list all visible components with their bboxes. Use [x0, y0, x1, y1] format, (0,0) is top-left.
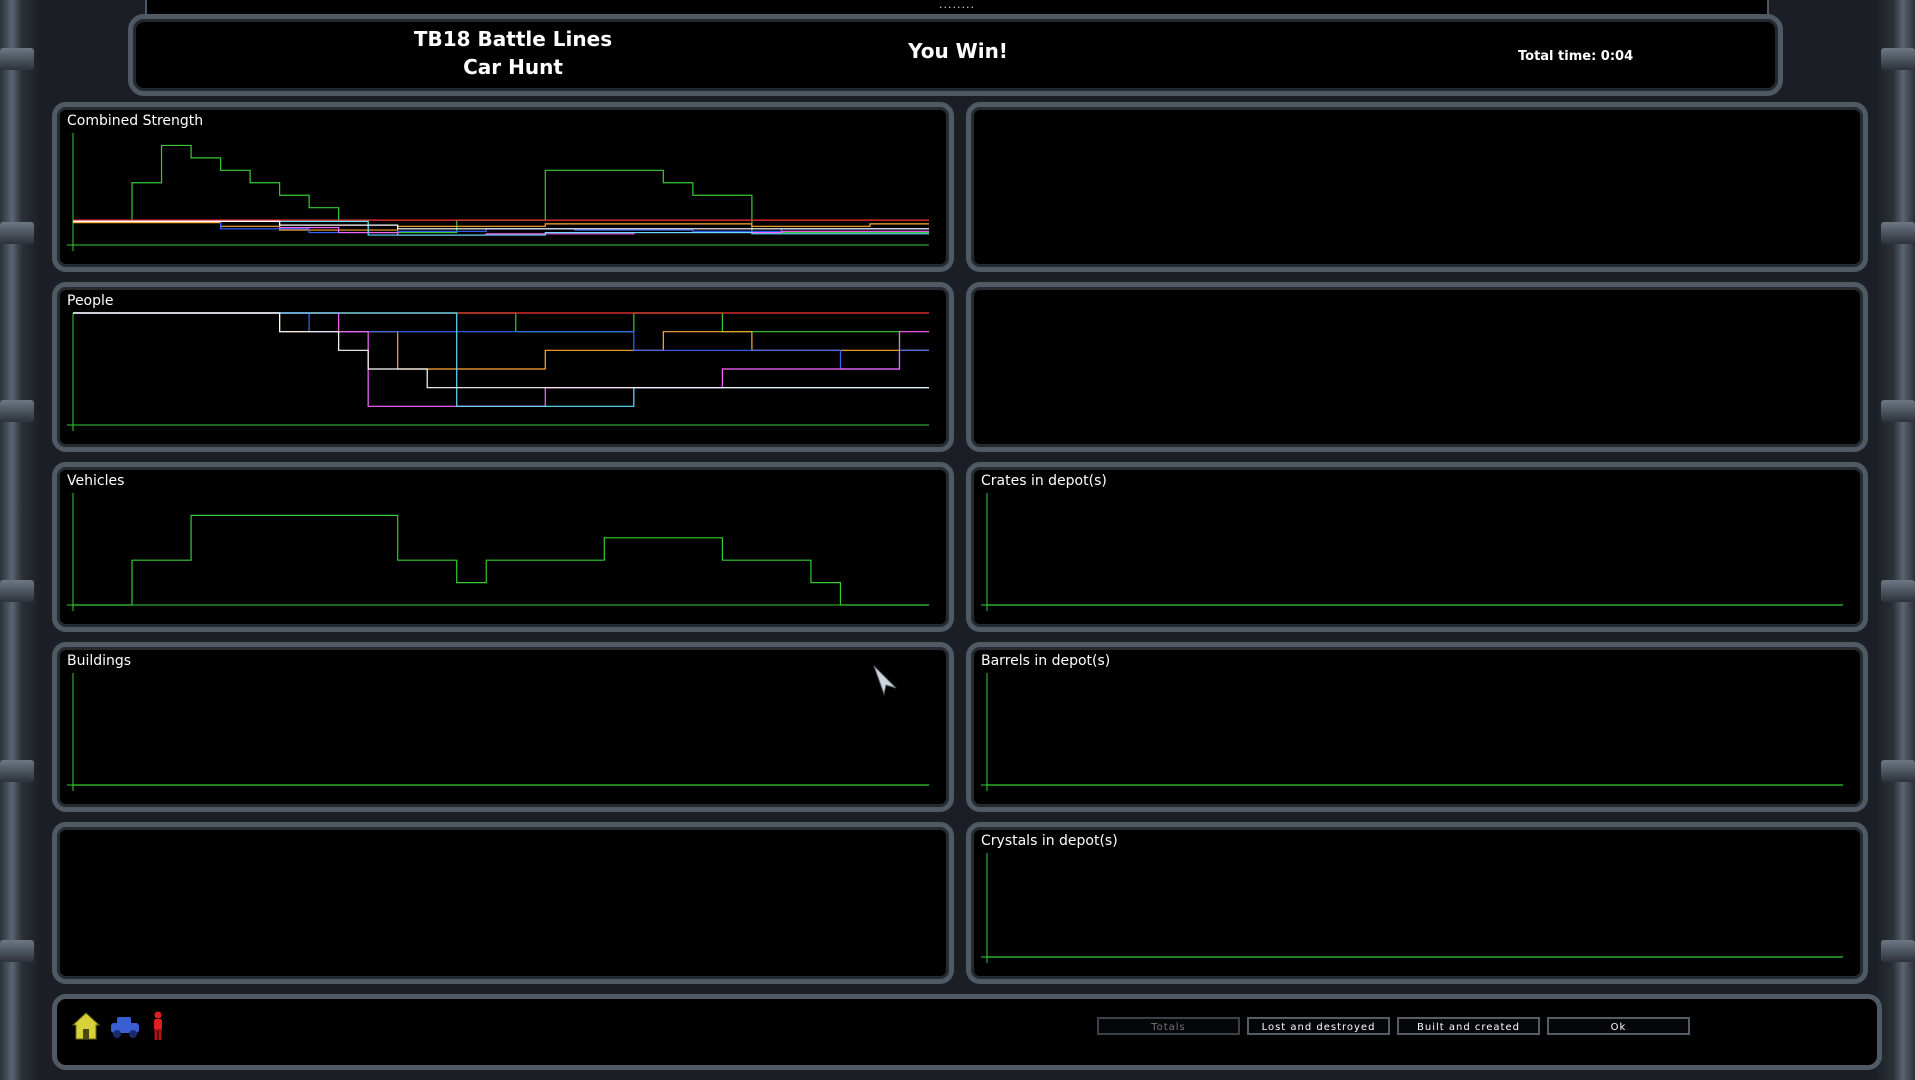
frame-bolt: [0, 222, 34, 244]
frame-bolt: [1881, 400, 1915, 422]
frame-bolt: [1881, 222, 1915, 244]
building-icon[interactable]: [71, 1011, 101, 1041]
frame-bolt: [0, 48, 34, 70]
total-time: Total time: 0:04: [1518, 49, 1634, 64]
vehicles-chart: [67, 493, 929, 611]
panel-people: People: [52, 282, 954, 452]
frame-bolt: [0, 580, 34, 602]
grip-dots: ........: [939, 0, 975, 11]
panel-empty-left: [52, 822, 954, 984]
series-line-4: [73, 312, 929, 407]
crates-chart: [981, 493, 1843, 611]
frame-bolt: [0, 400, 34, 422]
people-chart: [67, 312, 929, 431]
panel-empty-right-2: [966, 282, 1868, 452]
footer-bar: Totals Lost and destroyed Built and crea…: [52, 994, 1882, 1070]
combined-strength-chart: [67, 133, 929, 251]
vehicle-icon[interactable]: [107, 1011, 143, 1041]
panel-crystals: Crystals in depot(s): [966, 822, 1868, 984]
totals-button[interactable]: Totals: [1097, 1017, 1240, 1035]
panel-combined-strength: Combined Strength: [52, 102, 954, 272]
built-and-created-button[interactable]: Built and created: [1397, 1017, 1540, 1035]
ok-button[interactable]: Ok: [1547, 1017, 1690, 1035]
mouse-cursor-icon: [873, 665, 897, 696]
person-icon[interactable]: [149, 1011, 167, 1041]
frame-bolt: [0, 940, 34, 962]
frame-bolt: [0, 760, 34, 782]
panel-vehicles: Vehicles: [52, 462, 954, 632]
panel-crates: Crates in depot(s): [966, 462, 1868, 632]
mission-title-line2: Car Hunt: [463, 55, 563, 79]
buildings-chart: [67, 673, 929, 791]
frame-bolt: [1881, 760, 1915, 782]
frame-bolt: [1881, 48, 1915, 70]
panel-barrels: Barrels in depot(s): [966, 642, 1868, 812]
mission-title: TB18 Battle Lines Car Hunt: [363, 25, 663, 81]
series-line-5: [73, 312, 929, 407]
barrels-chart: [981, 673, 1843, 791]
frame-bolt: [1881, 940, 1915, 962]
panel-empty-right-1: [966, 102, 1868, 272]
header-bar: TB18 Battle Lines Car Hunt You Win! Tota…: [128, 14, 1783, 96]
frame-bolt: [1881, 580, 1915, 602]
mission-title-line1: TB18 Battle Lines: [413, 27, 613, 51]
series-line-0: [73, 514, 929, 606]
crystals-chart: [981, 853, 1843, 963]
series-line-2: [73, 312, 929, 370]
series-line-3: [73, 312, 929, 370]
series-line-0: [73, 144, 929, 234]
lost-and-destroyed-button[interactable]: Lost and destroyed: [1247, 1017, 1390, 1035]
panel-buildings: Buildings: [52, 642, 954, 812]
result-text: You Win!: [908, 39, 1008, 63]
